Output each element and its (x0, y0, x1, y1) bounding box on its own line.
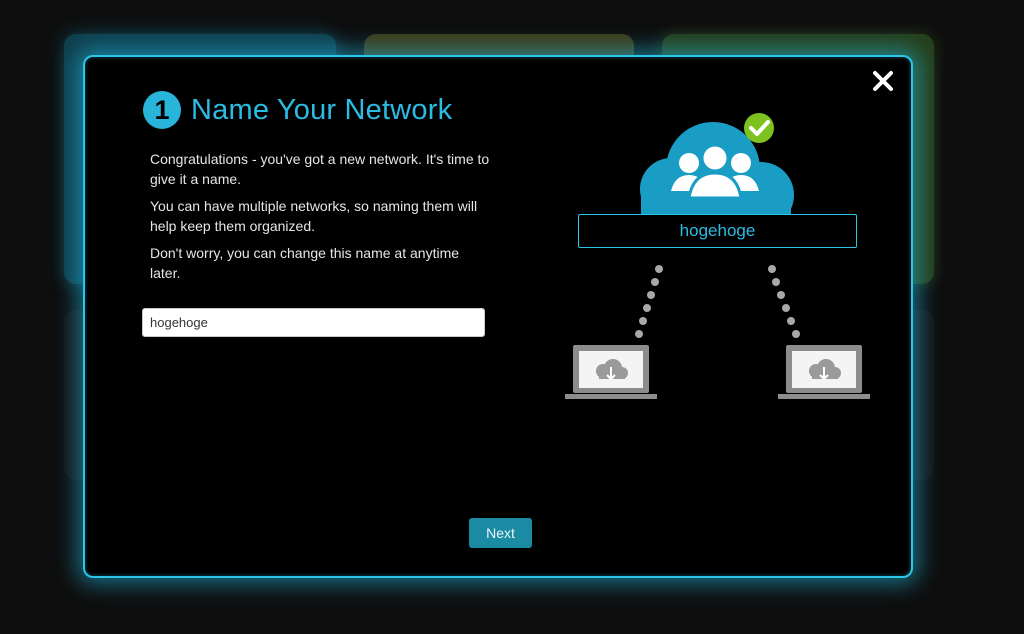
network-name-label: hogehoge (578, 214, 857, 248)
network-diagram-graphic (565, 113, 870, 399)
connection-dots (635, 265, 800, 338)
description-paragraph: Don't worry, you can change this name at… (150, 245, 460, 281)
laptop-icon (778, 345, 870, 399)
description-paragraph: Congratulations - you've got a new netwo… (150, 151, 490, 187)
dialog-description: Congratulations - you've got a new netwo… (150, 149, 490, 290)
next-button[interactable]: Next (469, 518, 532, 548)
description-paragraph: You can have multiple networks, so namin… (150, 198, 478, 234)
close-icon[interactable] (871, 69, 895, 93)
cloud-group-icon (640, 122, 794, 228)
network-name-input[interactable] (142, 308, 485, 337)
dialog-header: 1 Name Your Network (143, 91, 452, 129)
name-network-dialog: 1 Name Your Network Congratulations - yo… (83, 55, 913, 578)
dialog-title: Name Your Network (191, 93, 453, 126)
step-number-badge: 1 (143, 91, 181, 129)
laptop-icon (565, 345, 657, 399)
network-diagram: hogehoge (561, 111, 881, 411)
check-icon (744, 113, 774, 143)
